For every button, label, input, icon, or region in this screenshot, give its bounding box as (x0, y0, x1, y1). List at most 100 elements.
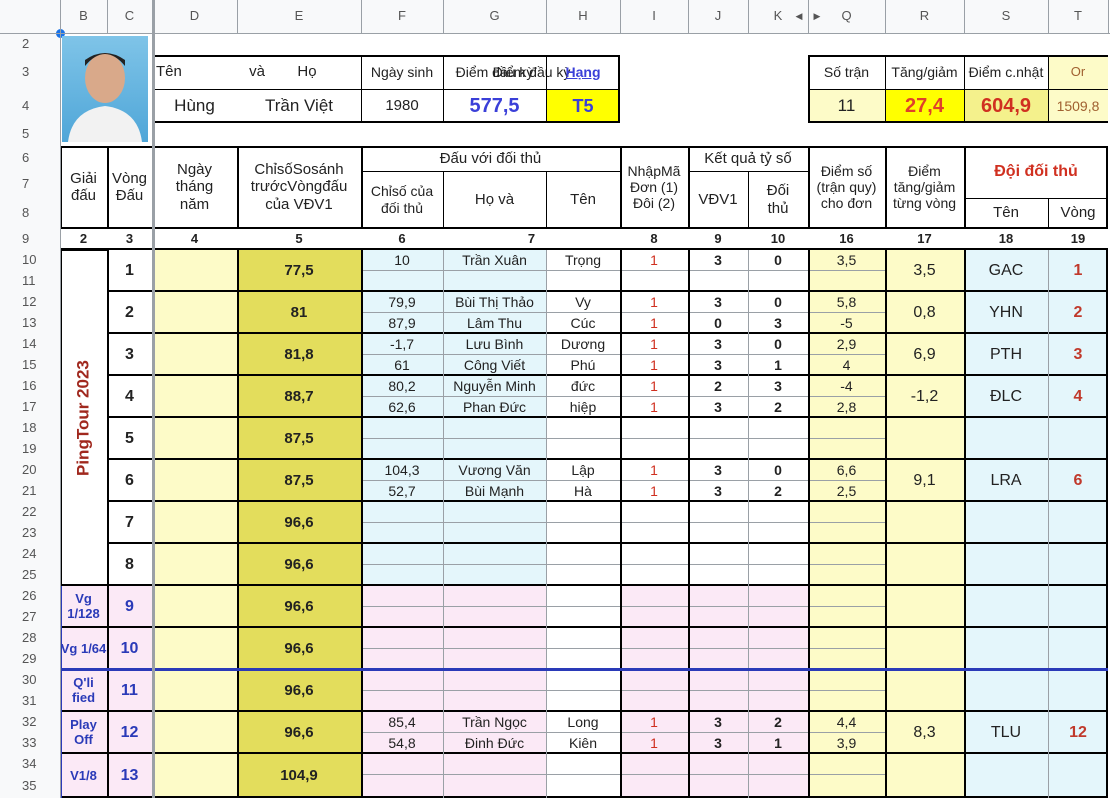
row-header-30[interactable]: 30 (0, 670, 60, 691)
opponent-last-name[interactable]: Công Viết (443, 355, 546, 376)
score-opponent[interactable]: 2 (748, 481, 808, 502)
opponent-last-name[interactable] (443, 775, 546, 798)
score-opponent[interactable]: 3 (748, 313, 808, 334)
round-date[interactable] (152, 376, 237, 418)
score-opponent[interactable] (748, 775, 808, 798)
opponent-index[interactable] (361, 607, 443, 628)
row-header-4[interactable]: 4 (0, 89, 60, 123)
round-date[interactable] (152, 250, 237, 292)
opponent-last-name[interactable] (443, 607, 546, 628)
row-header-28[interactable]: 28 (0, 628, 60, 649)
opponent-index[interactable]: 62,6 (361, 397, 443, 418)
opponent-first-name[interactable] (546, 691, 620, 712)
score-opponent[interactable]: 0 (748, 292, 808, 313)
score-player[interactable]: 3 (688, 712, 748, 733)
opponent-index[interactable] (361, 418, 443, 439)
match-type-code[interactable] (620, 418, 688, 439)
opponent-last-name[interactable]: Bùi Thị Thảo (443, 292, 546, 313)
opponent-last-name[interactable]: Lâm Thu (443, 313, 546, 334)
score-player[interactable] (688, 607, 748, 628)
opponent-first-name[interactable]: Dương (546, 334, 620, 355)
opponent-last-name[interactable] (443, 628, 546, 649)
opponent-index[interactable]: 61 (361, 355, 443, 376)
row-header-22[interactable]: 22 (0, 502, 60, 523)
round-date[interactable] (152, 544, 237, 586)
row-header-13[interactable]: 13 (0, 313, 60, 334)
opponent-last-name[interactable]: Phan Đức (443, 397, 546, 418)
match-type-code[interactable]: 1 (620, 733, 688, 754)
opponent-first-name[interactable] (546, 271, 620, 292)
score-player[interactable] (688, 586, 748, 607)
opponent-index[interactable] (361, 586, 443, 607)
row-header-7[interactable]: 7 (0, 171, 60, 198)
opponent-index[interactable] (361, 691, 443, 712)
score-opponent[interactable]: 3 (748, 376, 808, 397)
opponent-first-name[interactable]: Vy (546, 292, 620, 313)
score-opponent[interactable] (748, 628, 808, 649)
opponent-last-name[interactable] (443, 649, 546, 670)
score-opponent[interactable] (748, 754, 808, 775)
score-opponent[interactable]: 1 (748, 733, 808, 754)
round-date[interactable] (152, 754, 237, 798)
score-opponent[interactable] (748, 607, 808, 628)
score-opponent[interactable] (748, 649, 808, 670)
opponent-index[interactable]: 10 (361, 250, 443, 271)
score-player[interactable]: 3 (688, 292, 748, 313)
opponent-first-name[interactable]: đức (546, 376, 620, 397)
opponent-first-name[interactable] (546, 523, 620, 544)
row-header-20[interactable]: 20 (0, 460, 60, 481)
score-opponent[interactable] (748, 586, 808, 607)
score-player[interactable]: 3 (688, 397, 748, 418)
row-header-21[interactable]: 21 (0, 481, 60, 502)
row-header-2[interactable]: 2 (0, 33, 60, 55)
match-type-code[interactable] (620, 586, 688, 607)
opponent-last-name[interactable]: Nguyễn Minh (443, 376, 546, 397)
score-player[interactable] (688, 271, 748, 292)
opponent-index[interactable]: 52,7 (361, 481, 443, 502)
opponent-first-name[interactable] (546, 418, 620, 439)
opponent-first-name[interactable]: hiệp (546, 397, 620, 418)
row-header-18[interactable]: 18 (0, 418, 60, 439)
score-opponent[interactable]: 1 (748, 355, 808, 376)
row-header-35[interactable]: 35 (0, 775, 60, 798)
score-player[interactable] (688, 691, 748, 712)
row-header-17[interactable]: 17 (0, 397, 60, 418)
opponent-index[interactable] (361, 775, 443, 798)
column-header-F[interactable]: F (361, 0, 443, 33)
score-player[interactable]: 3 (688, 250, 748, 271)
score-opponent[interactable]: 2 (748, 397, 808, 418)
score-player[interactable]: 3 (688, 460, 748, 481)
score-player[interactable] (688, 502, 748, 523)
round-date[interactable] (152, 586, 237, 628)
score-player[interactable] (688, 523, 748, 544)
row-header-23[interactable]: 23 (0, 523, 60, 544)
score-player[interactable]: 3 (688, 481, 748, 502)
score-player[interactable] (688, 439, 748, 460)
opponent-last-name[interactable] (443, 523, 546, 544)
row-header-10[interactable]: 10 (0, 250, 60, 271)
collapse-left-icon[interactable]: ◀ (792, 0, 806, 33)
match-type-code[interactable]: 1 (620, 334, 688, 355)
opponent-first-name[interactable] (546, 544, 620, 565)
match-type-code[interactable] (620, 649, 688, 670)
round-date[interactable] (152, 334, 237, 376)
opponent-index[interactable] (361, 649, 443, 670)
match-type-code[interactable]: 1 (620, 460, 688, 481)
match-type-code[interactable] (620, 628, 688, 649)
row-header-3[interactable]: 3 (0, 55, 60, 89)
opponent-first-name[interactable] (546, 628, 620, 649)
row-header-25[interactable]: 25 (0, 565, 60, 586)
opponent-first-name[interactable]: Trọng (546, 250, 620, 271)
opponent-last-name[interactable] (443, 544, 546, 565)
score-player[interactable]: 3 (688, 334, 748, 355)
match-type-code[interactable] (620, 565, 688, 586)
match-type-code[interactable] (620, 502, 688, 523)
score-opponent[interactable] (748, 439, 808, 460)
opponent-first-name[interactable] (546, 502, 620, 523)
opponent-first-name[interactable] (546, 649, 620, 670)
opponent-first-name[interactable] (546, 439, 620, 460)
match-type-code[interactable]: 1 (620, 355, 688, 376)
opponent-first-name[interactable] (546, 754, 620, 775)
opponent-index[interactable]: 80,2 (361, 376, 443, 397)
score-opponent[interactable] (748, 691, 808, 712)
